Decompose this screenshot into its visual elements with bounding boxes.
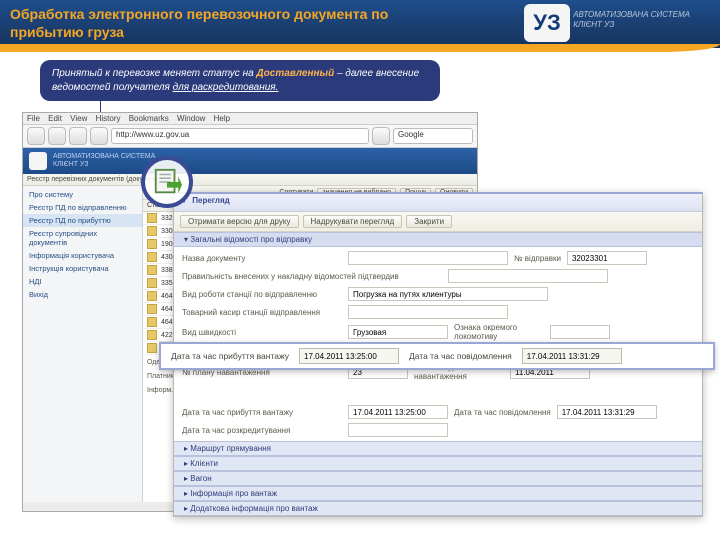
back-button[interactable]	[27, 127, 45, 145]
status-icon	[147, 239, 157, 249]
cashier-label: Товарний касир станції відправлення	[182, 308, 342, 317]
section-general[interactable]: ▾ Загальні відомості про відправку	[174, 232, 702, 247]
print-preview-button[interactable]: Надрукувати перегляд	[303, 215, 403, 228]
station-work-label: Вид роботи станції по відправленню	[182, 290, 342, 299]
sidebar-item-reg-docs[interactable]: Реєстр супровідних документів	[23, 227, 142, 249]
cashier-input[interactable]	[348, 305, 508, 319]
reload2-button[interactable]	[372, 127, 390, 145]
app-logo-icon	[29, 152, 47, 170]
sidebar-item-exit[interactable]: Вихід	[23, 288, 142, 301]
doc-name-input[interactable]	[348, 251, 508, 265]
hl-notif-label: Дата та час повідомлення	[409, 351, 512, 361]
uz-logo: УЗ	[524, 4, 570, 42]
sidebar-item-about[interactable]: Про систему	[23, 188, 142, 201]
forward-button[interactable]	[48, 127, 66, 145]
arrival-label: Дата та час прибуття вантажу	[182, 408, 342, 417]
notif-label: Дата та час повідомлення	[454, 408, 551, 417]
status-icon	[147, 330, 157, 340]
app-breadcrumb: Реєстр перевізних документів (документи)	[23, 174, 477, 186]
hl-arrival-label: Дата та час прибуття вантажу	[171, 351, 289, 361]
correct-input[interactable]	[448, 269, 608, 283]
section-route[interactable]: ▸ Маршрут прямування	[174, 441, 702, 456]
status-icon	[147, 226, 157, 236]
status-icon	[147, 213, 157, 223]
status-icon	[147, 265, 157, 275]
dialog-toolbar: Отримати версію для друку Надрукувати пе…	[174, 212, 702, 232]
browser-menubar[interactable]: File Edit View History Bookmarks Window …	[23, 113, 477, 125]
uncredit-label: Дата та час розкредитування	[182, 426, 342, 435]
status-icon	[147, 291, 157, 301]
doc-name-label: Назва документу	[182, 254, 342, 263]
sidebar-item-userinfo[interactable]: Інформація користувача	[23, 249, 142, 262]
delivered-status-icon	[152, 167, 182, 197]
close-button[interactable]: Закрити	[406, 215, 452, 228]
sidebar-item-ndi[interactable]: НДІ	[23, 275, 142, 288]
loco-flag-input[interactable]	[550, 325, 610, 339]
correct-label: Правильність внесених у накладну відомос…	[182, 272, 442, 281]
search-bar[interactable]: Google	[393, 128, 473, 144]
status-icon	[147, 252, 157, 262]
print-version-button[interactable]: Отримати версію для друку	[180, 215, 299, 228]
hl-notif-value: 17.04.2011 13:31:29	[522, 348, 622, 364]
system-label: АВТОМАТИЗОВАНА СИСТЕМА КЛІЄНТ УЗ	[573, 10, 690, 31]
header-accent	[0, 44, 720, 52]
sidebar-item-reg-send[interactable]: Реєстр ПД по відправленню	[23, 201, 142, 214]
status-icon	[147, 304, 157, 314]
slide-title: Обработка электронного перевозочного док…	[10, 5, 390, 41]
section-extra-info[interactable]: ▸ Додаткова інформація про вантаж	[174, 501, 702, 516]
sidebar: Про систему Реєстр ПД по відправленню Ре…	[23, 186, 143, 502]
loco-flag-label: Ознака окремого локомотиву	[454, 323, 544, 341]
ship-no-input[interactable]: 32023301	[567, 251, 647, 265]
section-wagon[interactable]: ▸ Вагон	[174, 471, 702, 486]
reload-button[interactable]	[69, 127, 87, 145]
status-icon	[147, 343, 157, 353]
sidebar-item-reg-arrive[interactable]: Реєстр ПД по прибуттю	[23, 214, 142, 227]
slide-header: Обработка электронного перевозочного док…	[0, 0, 720, 48]
arrival-input[interactable]: 17.04.2011 13:25:00	[348, 405, 448, 419]
uncredit-input[interactable]	[348, 423, 448, 437]
browser-toolbar: http://www.uz.gov.ua Google	[23, 125, 477, 148]
speed-input[interactable]: Грузовая	[348, 325, 448, 339]
status-icon	[147, 317, 157, 327]
ship-no-label: № відправки	[514, 254, 561, 263]
station-work-input[interactable]: Погрузка на путях клиентуры	[348, 287, 548, 301]
app-title: АВТОМАТИЗОВАНА СИСТЕМА КЛІЄНТ УЗ	[53, 153, 155, 168]
hl-arrival-value: 17.04.2011 13:25:00	[299, 348, 399, 364]
home-button[interactable]	[90, 127, 108, 145]
section-cargo-info[interactable]: ▸ Інформація про вантаж	[174, 486, 702, 501]
sidebar-item-manual[interactable]: Інструкція користувача	[23, 262, 142, 275]
app-header: АВТОМАТИЗОВАНА СИСТЕМА КЛІЄНТ УЗ	[23, 148, 477, 174]
url-bar[interactable]: http://www.uz.gov.ua	[111, 128, 369, 144]
section-clients[interactable]: ▸ Клієнти	[174, 456, 702, 471]
speed-label: Вид швидкості	[182, 328, 342, 337]
highlight-row-popout: Дата та час прибуття вантажу 17.04.2011 …	[159, 342, 715, 370]
status-highlight-ring	[141, 156, 193, 208]
dialog-title: ▾ Перегляд	[174, 194, 702, 212]
status-icon	[147, 278, 157, 288]
notif-input[interactable]: 17.04.2011 13:31:29	[557, 405, 657, 419]
